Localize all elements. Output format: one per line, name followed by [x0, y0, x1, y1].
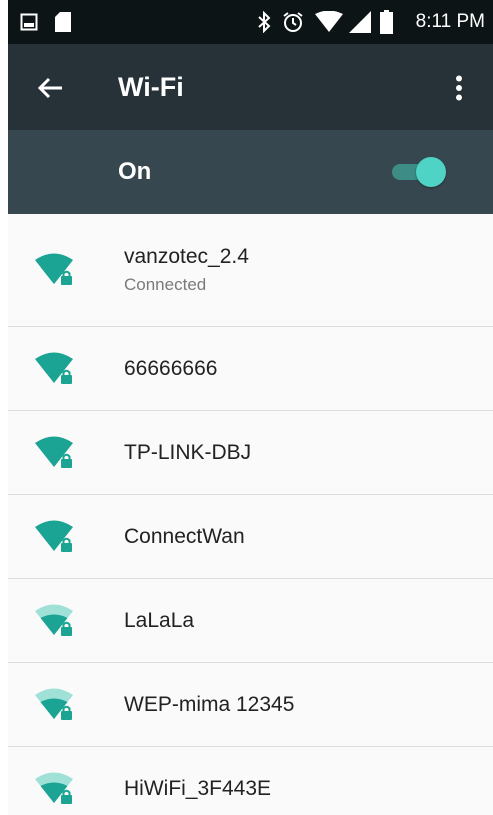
wifi-lock-strong-icon [35, 352, 73, 384]
network-list: vanzotec_2.4 Connected 66666666 TP-LINK-… [8, 214, 493, 815]
battery-icon [378, 0, 394, 44]
network-ssid: WEP-mima 12345 [124, 692, 295, 716]
network-text: 66666666 [124, 327, 217, 410]
status-bar: 8:11 PM [8, 0, 493, 44]
more-vert-icon [456, 75, 462, 101]
network-ssid: TP-LINK-DBJ [124, 440, 252, 464]
alarm-icon [280, 0, 306, 44]
network-text: WEP-mima 12345 [124, 663, 294, 746]
network-text: LaLaLa [124, 579, 194, 662]
network-item[interactable]: LaLaLa [8, 579, 493, 663]
switch-thumb [416, 157, 446, 187]
toggle-label: On [118, 158, 152, 185]
network-ssid: HiWiFi_3F443E [124, 777, 272, 800]
network-item[interactable]: 66666666 [8, 327, 493, 411]
network-ssid: ConnectWan [124, 524, 245, 548]
network-status: Connected [124, 275, 207, 294]
back-button[interactable] [30, 68, 70, 108]
overflow-menu-button[interactable] [439, 68, 479, 108]
wifi-lock-medium-icon [35, 604, 73, 636]
arrow-back-icon [37, 77, 62, 99]
network-item[interactable]: ConnectWan [8, 495, 493, 579]
wifi-lock-medium-icon [35, 772, 73, 804]
cell-signal-icon [348, 0, 372, 44]
image-icon [18, 0, 40, 44]
sd-card-icon [52, 0, 74, 44]
wifi-signal-icon [313, 0, 345, 44]
network-ssid: vanzotec_2.4 [124, 245, 249, 268]
network-text: ConnectWan [124, 495, 245, 578]
network-item[interactable]: vanzotec_2.4 Connected [8, 214, 493, 327]
wifi-lock-strong-icon [35, 436, 73, 468]
network-item[interactable]: WEP-mima 12345 [8, 663, 493, 747]
wifi-lock-strong-icon [35, 520, 73, 552]
app-bar: Wi-Fi [8, 44, 493, 130]
wifi-lock-strong-icon [35, 253, 73, 285]
network-ssid: 66666666 [124, 356, 218, 380]
network-text: TP-LINK-DBJ [124, 411, 251, 494]
status-time: 8:11 PM [415, 11, 485, 32]
wifi-switch[interactable] [392, 156, 446, 188]
network-text: vanzotec_2.4 Connected [124, 214, 249, 326]
page-title: Wi-Fi [118, 72, 184, 102]
network-item[interactable]: HiWiFi_3F443E [8, 747, 493, 815]
network-ssid: LaLaLa [124, 608, 195, 632]
network-item[interactable]: TP-LINK-DBJ [8, 411, 493, 495]
wifi-lock-medium-icon [35, 688, 73, 720]
bluetooth-icon [254, 0, 274, 44]
wifi-settings-screen: 8:11 PM Wi-Fi On vanzotec_2.4 Connected … [8, 0, 493, 815]
wifi-master-toggle-row[interactable]: On [8, 130, 493, 214]
network-text: HiWiFi_3F443E [124, 747, 271, 815]
